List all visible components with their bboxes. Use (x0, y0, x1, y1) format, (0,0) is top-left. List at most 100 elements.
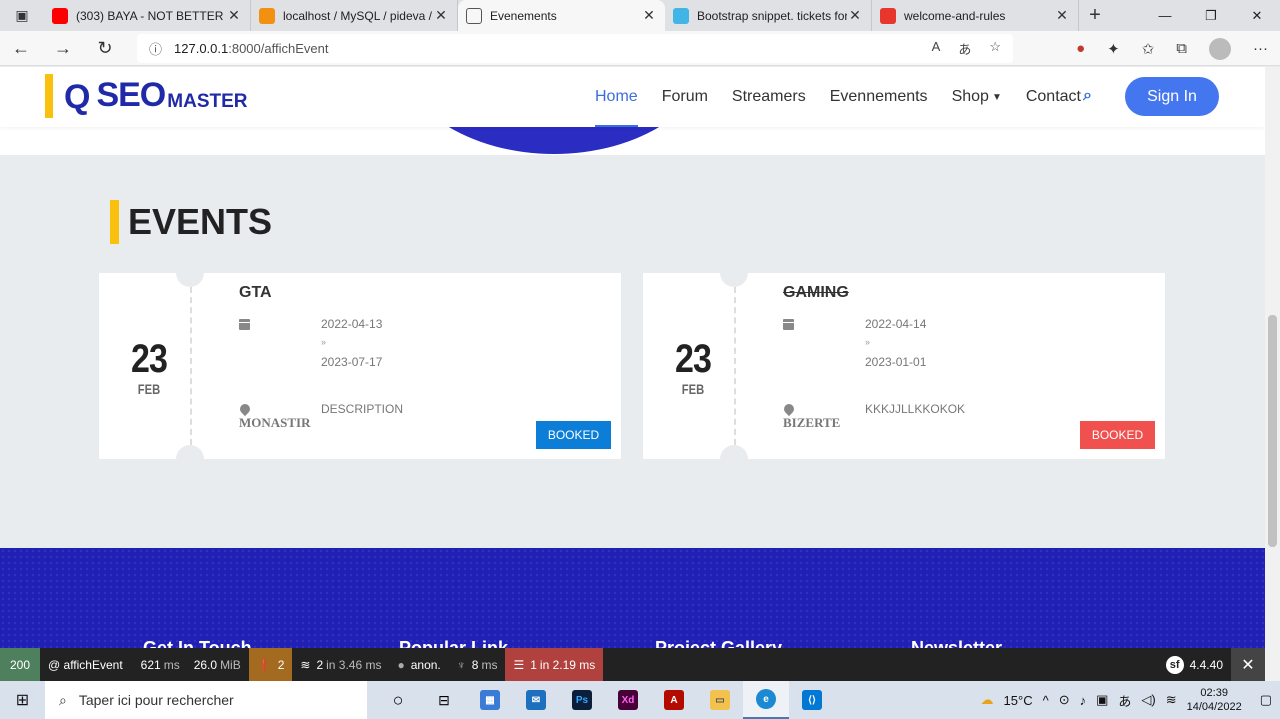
adobe-xd-icon[interactable]: Xd (605, 681, 651, 719)
read-aloud-icon[interactable]: A (932, 39, 941, 58)
volume-icon[interactable]: ◁) (1141, 692, 1155, 708)
more-icon[interactable]: ··· (1253, 40, 1268, 57)
logo-sub-text: MASTER (167, 91, 248, 112)
sign-in-button[interactable]: Sign In (1125, 77, 1219, 116)
event-city: MONASTIR (239, 415, 311, 430)
event-month: FEB (137, 381, 161, 397)
hero-strip (0, 127, 1265, 155)
user-panel[interactable]: ● anon. (389, 648, 448, 681)
tab-title: localhost / MySQL / pideva / events (283, 8, 433, 23)
nav-item-shop[interactable]: Shop ▼ (952, 67, 1002, 127)
temperature[interactable]: 15°C (1004, 693, 1033, 708)
workspaces-icon[interactable]: ▣ (0, 0, 44, 31)
tray-chevron-icon[interactable]: ^ (1043, 693, 1049, 708)
site-header: Q SEO MASTER Home Forum Streamers Evennemen… (0, 67, 1265, 127)
info-icon[interactable]: ⓘ (149, 39, 162, 58)
version-number: 4.4.40 (1189, 657, 1223, 672)
wifi-icon[interactable]: ≋ (1166, 692, 1177, 708)
date-range-arrow: » (321, 337, 327, 347)
browser-tab[interactable]: Bootstrap snippet. tickets for events✕ (665, 0, 872, 31)
nav-item-forum[interactable]: Forum (662, 67, 708, 127)
tab-close-icon[interactable]: ✕ (226, 7, 242, 24)
taskbar-search-input[interactable]: ⌕ Taper ici pour rechercher (45, 681, 367, 719)
file-explorer-icon[interactable]: ▭ (697, 681, 743, 719)
symfony-version[interactable]: sf 4.4.40 (1165, 655, 1223, 674)
browser-tab[interactable]: Evenements ✕ (458, 0, 665, 31)
favorite-star-icon[interactable]: ☆ (989, 39, 1001, 58)
microphone-icon[interactable]: ♪ (1080, 693, 1087, 708)
translate-icon[interactable]: あ (958, 39, 971, 58)
photoshop-icon[interactable]: Ps (559, 681, 605, 719)
browser-tab[interactable]: (303) BAYA - NOT BETTER ✕ (44, 0, 251, 31)
page-scrollbar[interactable] (1265, 67, 1280, 681)
nav-item-label: Contact (1025, 88, 1081, 105)
windows-start-icon[interactable]: ⊞ (0, 681, 45, 719)
display-icon[interactable]: ▣ (1096, 692, 1108, 708)
new-tab-button[interactable]: + (1079, 0, 1111, 31)
edge-browser-icon[interactable]: e (743, 681, 789, 719)
ticket-notch (720, 445, 748, 473)
user-icon: ● (397, 657, 405, 672)
collections-icon[interactable]: ⧉ (1176, 40, 1187, 57)
task-view-icon[interactable]: ⊟ (421, 681, 467, 719)
browser-tab[interactable]: localhost / MySQL / pideva / events✕ (251, 0, 458, 31)
weather-icon[interactable]: ☁ (981, 692, 994, 708)
language-icon[interactable]: あ (1118, 691, 1131, 710)
browser-tab[interactable]: welcome-and-rules ✕ (872, 0, 1079, 31)
nav-item-label: Streamers (731, 88, 806, 105)
tab-close-icon[interactable]: ✕ (847, 7, 863, 24)
clock[interactable]: 02:39 14/04/2022 (1187, 686, 1242, 714)
notifications-icon[interactable]: ▢ (1260, 692, 1272, 708)
tab-close-icon[interactable]: ✕ (641, 7, 657, 24)
meet-now-icon[interactable]: ⊙ (1059, 692, 1070, 708)
close-window-icon[interactable]: ✕ (1234, 0, 1280, 31)
url-input[interactable]: ⓘ 127.0.0.1:8000/affichEvent A あ ☆ (137, 34, 1013, 63)
event-description: KKKJJLLKKOKOK (865, 402, 966, 416)
event-city: BIZERTE (783, 415, 841, 430)
url-path: :8000/affichEvent (228, 41, 329, 56)
twig-icon: ♆ (456, 657, 466, 672)
nav-item-contact[interactable]: Contact (1026, 67, 1081, 127)
ticket-notch (176, 445, 204, 473)
tab-title: welcome-and-rules (904, 8, 1006, 23)
layers-icon: ≋ (300, 657, 311, 672)
warnings-panel[interactable]: ❗ 2 (248, 648, 293, 681)
twig-panel[interactable]: ♆ 8 ms (449, 648, 506, 681)
route-name: @ affichEvent (48, 657, 123, 672)
extensions-puzzle-icon[interactable]: ✦ (1107, 40, 1120, 58)
memory-usage: 26.0 (193, 657, 218, 672)
scrollbar-thumb[interactable] (1268, 315, 1277, 547)
microsoft-store-icon[interactable]: ▦ (467, 681, 513, 719)
refresh-icon[interactable]: ↻ (84, 38, 126, 59)
nav-item-evennements[interactable]: Evennements (830, 67, 928, 127)
cache-panel[interactable]: ≋ 2 in 3.46 ms (292, 648, 389, 681)
acrobat-icon[interactable]: A (651, 681, 697, 719)
tab-close-icon[interactable]: ✕ (433, 7, 449, 24)
favorites-icon[interactable]: ✩ (1142, 40, 1155, 58)
site-logo[interactable]: Q SEO MASTER (64, 75, 248, 115)
nav-item-streamers[interactable]: Streamers (732, 67, 806, 127)
restore-icon[interactable]: ❐ (1188, 0, 1234, 31)
booked-button[interactable]: BOOKED (1080, 421, 1155, 449)
extension-icon[interactable]: ● (1076, 40, 1085, 57)
tab-close-icon[interactable]: ✕ (1054, 7, 1070, 24)
page-icon (466, 7, 482, 24)
route-info[interactable]: @ affichEvent 621 ms 26.0 MiB (40, 648, 249, 681)
clock-time: 02:39 (1200, 687, 1228, 699)
mail-icon[interactable]: ✉ (513, 681, 559, 719)
back-icon[interactable]: ← (0, 38, 42, 59)
db-count: 1 (530, 657, 537, 672)
close-toolbar-icon[interactable]: ✕ (1231, 648, 1265, 681)
profile-avatar[interactable] (1209, 37, 1231, 60)
database-panel[interactable]: ☰ 1 in 2.19 ms (505, 648, 604, 681)
minimize-icon[interactable]: — (1142, 0, 1188, 31)
forward-icon[interactable]: → (42, 38, 84, 59)
booked-button[interactable]: BOOKED (536, 421, 611, 449)
phpmyadmin-icon (259, 7, 275, 24)
cortana-icon[interactable]: ○ (375, 681, 421, 719)
search-icon[interactable]: ⌕ (1083, 87, 1099, 104)
magnifier-logo-icon: Q (64, 78, 91, 116)
vscode-icon[interactable]: ⟨⟩ (789, 681, 835, 719)
status-code-badge[interactable]: 200 (0, 648, 40, 681)
nav-item-home[interactable]: Home (595, 67, 638, 127)
